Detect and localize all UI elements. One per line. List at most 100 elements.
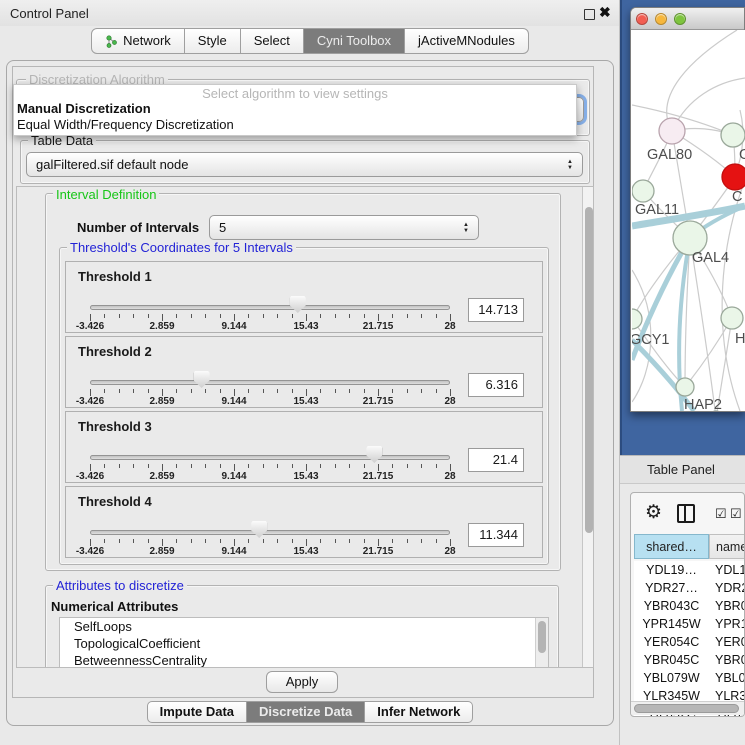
table-row[interactable]: YDR27…YDR27 — [634, 579, 745, 597]
network-icon — [105, 35, 118, 48]
threshold-value-field[interactable]: 6.316 — [468, 373, 524, 397]
table-body: YDL19…YDL19YDR27…YDR27YBR043CYBR043CYPR1… — [634, 561, 745, 717]
network-canvas[interactable]: GAL80GCGAL11GAL4GCY1HHAP2 — [632, 30, 745, 411]
threshold-value-field[interactable]: 21.4 — [468, 448, 524, 472]
apply-button[interactable]: Apply — [266, 671, 338, 693]
slider-tick-labels: -3.4262.8599.14415.4321.71528 — [90, 546, 450, 557]
checkbox-icon[interactable]: ☑ — [730, 506, 742, 522]
slider-thumb[interactable] — [194, 371, 210, 388]
scrollbar-thumb[interactable] — [538, 621, 546, 653]
dropdown-item-manual-discretization[interactable]: Manual Discretization — [14, 101, 576, 117]
table-row[interactable]: YBR045CYBR045C — [634, 651, 745, 669]
network-window-titlebar[interactable] — [631, 8, 744, 30]
cell-name[interactable]: YBL079W — [709, 669, 745, 687]
tick-mark — [320, 464, 321, 468]
tab-discretize-data[interactable]: Discretize Data — [247, 701, 365, 723]
tab-jactivemnodules[interactable]: jActiveMNodules — [405, 28, 529, 54]
network-node[interactable] — [632, 180, 654, 202]
tab-cyni-toolbox[interactable]: Cyni Toolbox — [304, 28, 405, 54]
tab-infer-network[interactable]: Infer Network — [365, 701, 473, 723]
tick-mark — [248, 389, 249, 393]
settings-scrollbar[interactable] — [582, 187, 594, 667]
cell-name[interactable]: YER054C — [709, 633, 745, 651]
tick-label: 15.43 — [293, 396, 318, 407]
scrollbar-thumb[interactable] — [634, 704, 739, 713]
tick-mark — [176, 314, 177, 318]
attributes-scrollbar[interactable] — [535, 618, 548, 668]
cell-name[interactable]: YBR045C — [709, 651, 745, 669]
threshold-value-field[interactable]: 14.713 — [468, 298, 524, 322]
table-panel-area: ⚙ ☑ ☑ shared… name YDL19…YDL19YDR27…YDR2… — [620, 484, 745, 745]
cell-shared-name[interactable]: YBR043C — [634, 597, 709, 615]
cell-shared-name[interactable]: YBL079W — [634, 669, 709, 687]
tick-mark — [292, 539, 293, 543]
attribute-item[interactable]: BetweennessCentrality — [60, 652, 548, 668]
dropdown-item-equal-width-frequency[interactable]: Equal Width/Frequency Discretization — [14, 117, 576, 133]
tick-mark — [176, 464, 177, 468]
slider-track[interactable] — [90, 455, 450, 460]
attribute-item[interactable]: TopologicalCoefficient — [60, 635, 548, 652]
table-data-combobox[interactable]: galFiltered.sif default node ▲▼ — [26, 152, 583, 177]
cell-shared-name[interactable]: YDR27… — [634, 579, 709, 597]
tick-mark — [436, 539, 437, 543]
numerical-attributes-list[interactable]: SelfLoopsTopologicalCoefficientBetweenne… — [59, 617, 549, 668]
slider-track[interactable] — [90, 380, 450, 385]
minimize-traffic-light[interactable] — [655, 13, 667, 25]
table-row[interactable]: YBR043CYBR043C — [634, 597, 745, 615]
scrollbar-thumb[interactable] — [585, 207, 593, 533]
network-node[interactable] — [721, 123, 745, 147]
slider-thumb[interactable] — [290, 296, 306, 313]
node-label: H — [735, 331, 745, 347]
close-traffic-light[interactable] — [636, 13, 648, 25]
slider-thumb[interactable] — [251, 521, 267, 538]
cell-shared-name[interactable]: YPR145W — [634, 615, 709, 633]
tab-network[interactable]: Network — [91, 28, 185, 54]
slider-track[interactable] — [90, 530, 450, 535]
column-header-shared-name[interactable]: shared… — [634, 534, 709, 559]
gear-icon[interactable]: ⚙ — [645, 501, 662, 524]
tab-select[interactable]: Select — [241, 28, 304, 54]
network-node[interactable] — [676, 378, 694, 396]
tick-mark — [436, 314, 437, 318]
tick-label: 21.715 — [363, 471, 394, 482]
tick-mark — [392, 464, 393, 468]
table-row[interactable]: YBL079WYBL079W — [634, 669, 745, 687]
cell-name[interactable]: YPR145W — [709, 615, 745, 633]
network-node[interactable] — [659, 118, 685, 144]
tick-mark — [349, 464, 350, 468]
table-row[interactable]: YPR145WYPR145W — [634, 615, 745, 633]
column-header-name[interactable]: name — [709, 534, 745, 559]
tick-mark — [378, 389, 379, 396]
columns-icon[interactable] — [677, 504, 695, 523]
slider-track[interactable] — [90, 305, 450, 310]
network-node[interactable] — [632, 309, 642, 329]
tab-impute-data[interactable]: Impute Data — [147, 701, 247, 723]
table-row[interactable]: YER054CYER054C — [634, 633, 745, 651]
float-panel-icon[interactable] — [584, 9, 595, 20]
tick-label: 2.859 — [149, 396, 174, 407]
cell-name[interactable]: YDL19 — [709, 561, 745, 579]
tick-mark — [421, 314, 422, 318]
tick-mark — [119, 464, 120, 468]
tick-mark — [119, 389, 120, 393]
cell-shared-name[interactable]: YBR045C — [634, 651, 709, 669]
table-hscrollbar[interactable] — [631, 701, 744, 715]
network-node[interactable] — [722, 164, 745, 190]
cell-shared-name[interactable]: YDL19… — [634, 561, 709, 579]
cell-shared-name[interactable]: YER054C — [634, 633, 709, 651]
cell-name[interactable]: YBR043C — [709, 597, 745, 615]
node-label: C — [732, 189, 742, 205]
number-of-intervals-combobox[interactable]: 5 ▲▼ — [209, 215, 479, 240]
attribute-item[interactable]: SelfLoops — [60, 618, 548, 635]
zoom-traffic-light[interactable] — [674, 13, 686, 25]
table-row[interactable]: YDL19…YDL19 — [634, 561, 745, 579]
checkbox-icon[interactable]: ☑ — [715, 506, 727, 522]
cell-name[interactable]: YDR27 — [709, 579, 745, 597]
network-node[interactable] — [721, 307, 743, 329]
tab-style[interactable]: Style — [185, 28, 241, 54]
tick-mark — [335, 389, 336, 393]
threshold-value-field[interactable]: 11.344 — [468, 523, 524, 547]
tick-mark — [148, 314, 149, 318]
slider-thumb[interactable] — [366, 446, 382, 463]
close-icon[interactable]: ✖ — [599, 4, 611, 21]
